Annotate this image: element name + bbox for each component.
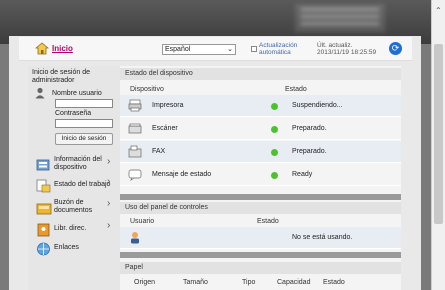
device-name: Mensaje de estado: [152, 171, 212, 178]
table-row: No se está usando.: [120, 227, 401, 249]
last-update-time: 2013/11/19 18:25:59: [317, 49, 377, 56]
col-origin: Origen: [134, 279, 156, 286]
panel-usage-title: Uso del panel de controles: [120, 202, 401, 214]
paper-section: Papel Origen Tamaño Tipo Capacidad Estad…: [120, 258, 401, 290]
sidebar-item-label: Libr. direc.: [54, 225, 87, 232]
col-type: Tipo: [242, 279, 256, 286]
device-name: Impresora: [152, 102, 184, 109]
document-box-icon: [36, 203, 52, 215]
auto-update-line1: Actualización: [259, 42, 298, 49]
fax-icon: [128, 145, 142, 158]
col-status: Estado: [257, 218, 279, 225]
username-input[interactable]: [55, 99, 113, 108]
links-icon: [37, 242, 50, 256]
login-button[interactable]: Inicio de sesión: [55, 133, 113, 145]
last-update-label: Últ. actualiz.: [317, 42, 353, 49]
password-input[interactable]: [55, 119, 113, 128]
device-status: Ready: [292, 171, 313, 178]
chevron-right-icon: ›: [107, 156, 111, 167]
blurred-header-text: [295, 4, 385, 32]
sidebar-item-document-box[interactable]: Buzón de documentos ›: [36, 199, 116, 217]
auto-update-checkbox[interactable]: [251, 46, 257, 52]
address-book-icon: [37, 223, 50, 237]
scanner-icon: [128, 123, 142, 134]
device-name: Escáner: [152, 125, 178, 132]
scrollbar-thumb[interactable]: [434, 44, 443, 224]
status-indicator: [271, 126, 278, 133]
device-status: Preparado.: [292, 148, 327, 155]
auto-update-line2: automática: [259, 49, 291, 56]
paper-title: Papel: [120, 262, 401, 274]
refresh-icon[interactable]: ⟳: [389, 42, 402, 55]
device-status: Preparado.: [292, 125, 327, 132]
auto-update-toggle[interactable]: Actualización automática: [251, 42, 297, 56]
table-row[interactable]: Mensaje de estado Ready: [120, 164, 401, 186]
col-size: Tamaño: [183, 279, 208, 286]
device-status-title: Estado del dispositivo: [120, 68, 401, 80]
job-status-icon: [36, 179, 51, 193]
language-select[interactable]: Español ⌄: [162, 44, 236, 55]
sidebar-item-label: Enlaces: [54, 244, 79, 251]
table-row[interactable]: FAX Preparado.: [120, 141, 401, 163]
sidebar-item-label: Estado del trabajo: [54, 181, 111, 188]
sidebar-item-label: Información del: [54, 156, 102, 163]
sidebar-item-label-2: documentos: [54, 207, 93, 214]
table-row[interactable]: Escáner Preparado.: [120, 118, 401, 140]
sidebar-item-device-info[interactable]: Información del dispositivo ›: [36, 156, 116, 174]
scroll-up-icon[interactable]: ⌃: [435, 6, 442, 15]
status-indicator: [271, 103, 278, 110]
status-indicator: [271, 172, 278, 179]
status-indicator: [271, 149, 278, 156]
col-status: Estado: [323, 279, 345, 286]
col-user: Usuario: [130, 218, 155, 225]
password-label: Contraseña: [55, 110, 92, 117]
sidebar-item-links[interactable]: Enlaces: [36, 242, 116, 256]
sidebar-item-label-2: dispositivo: [54, 164, 87, 171]
sidebar-item-address-book[interactable]: Libr. direc. ›: [36, 220, 116, 237]
device-status-panel: Estado del dispositivo Dispositivo Estad…: [120, 66, 401, 194]
chevron-right-icon: ›: [107, 176, 111, 187]
device-name: FAX: [152, 148, 166, 155]
sidebar-item-label: Buzón de: [54, 199, 84, 206]
device-status: Suspendiendo...: [292, 102, 343, 109]
table-row[interactable]: Impresora Suspendiendo...: [120, 95, 401, 117]
home-link[interactable]: Inicio: [52, 44, 73, 53]
chevron-down-icon: ⌄: [227, 46, 233, 53]
col-device: Dispositivo: [130, 86, 164, 93]
login-title: Inicio de sesión de administrador: [32, 69, 90, 84]
panel-usage-section: Uso del panel de controles Usuario Estad…: [120, 200, 401, 252]
last-update-info: Últ. actualiz. 2013/11/19 18:25:59: [317, 42, 376, 56]
home-icon[interactable]: [35, 42, 49, 55]
username-label: Nombre usuario: [52, 90, 102, 97]
status-message-icon: [128, 169, 142, 181]
scrollbar[interactable]: ⌃: [431, 0, 445, 290]
panel-status: No se está usando.: [292, 234, 353, 241]
col-status: Estado: [285, 86, 307, 93]
device-info-icon: [36, 159, 50, 171]
printer-icon: [128, 99, 142, 112]
user-icon: [35, 87, 45, 99]
chevron-right-icon: ›: [107, 198, 111, 209]
sidebar-item-job-status[interactable]: Estado del trabajo ›: [36, 176, 116, 193]
chevron-right-icon: ›: [107, 220, 111, 231]
user-icon: [131, 232, 139, 244]
language-value: Español: [165, 46, 191, 53]
col-capacity: Capacidad: [277, 279, 311, 286]
